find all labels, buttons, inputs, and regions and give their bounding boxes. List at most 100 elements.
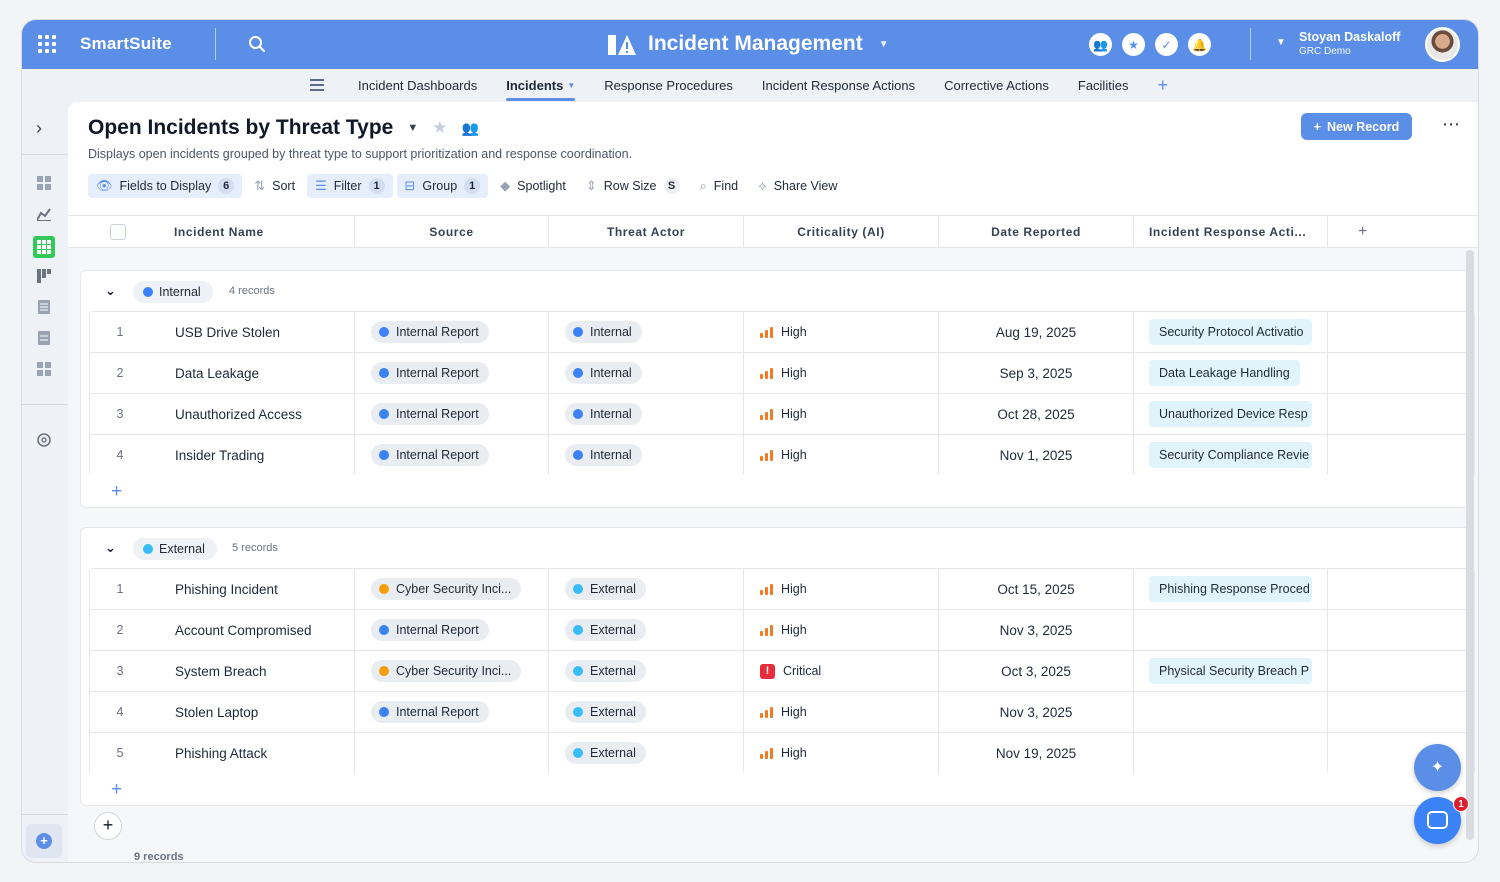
add-table-icon[interactable]: +: [1157, 69, 1168, 102]
shared-users-icon[interactable]: 👥: [461, 120, 478, 137]
incident-name-cell[interactable]: Account Compromised: [150, 610, 355, 650]
favorites-icon[interactable]: ★: [1122, 33, 1145, 56]
criticality-cell[interactable]: ! Critical: [744, 651, 939, 691]
date-reported-cell[interactable]: Nov 1, 2025: [939, 435, 1134, 475]
table-row[interactable]: 2 Data Leakage Internal Report Internal High…: [90, 353, 1474, 394]
page-title[interactable]: Open Incidents by Threat Type: [88, 116, 393, 140]
date-reported-cell[interactable]: Sep 3, 2025: [939, 353, 1134, 393]
criticality-cell[interactable]: High: [744, 692, 939, 732]
date-reported-cell[interactable]: Aug 19, 2025: [939, 312, 1134, 352]
group-header[interactable]: ⌄ Internal 4 records: [81, 271, 1469, 311]
threat-actor-cell[interactable]: Internal: [549, 435, 744, 475]
user-menu[interactable]: Stoyan Daskaloff GRC Demo: [1299, 30, 1400, 57]
incident-name-cell[interactable]: Phishing Incident: [150, 569, 355, 609]
table-row[interactable]: 1 Phishing Incident Cyber Security Inci...…: [90, 569, 1474, 610]
tab-facilities[interactable]: Facilities: [1078, 69, 1129, 102]
incident-response-cell[interactable]: Security Protocol Activatio: [1134, 312, 1328, 352]
select-all-checkbox[interactable]: [110, 224, 126, 240]
chart-view-icon[interactable]: [35, 205, 53, 223]
card-view-icon[interactable]: [35, 360, 53, 378]
chevron-right-icon[interactable]: ›: [36, 118, 42, 139]
add-record-icon[interactable]: +: [111, 779, 122, 801]
chevron-down-icon[interactable]: ▼: [407, 122, 418, 134]
source-cell[interactable]: Internal Report: [355, 353, 549, 393]
form-view-icon[interactable]: [35, 329, 53, 347]
threat-actor-cell[interactable]: Internal: [549, 353, 744, 393]
group-button[interactable]: ⊟ Group 1: [396, 174, 489, 198]
apps-grid-icon[interactable]: [36, 33, 58, 55]
incident-name-cell[interactable]: Stolen Laptop: [150, 692, 355, 732]
date-reported-cell[interactable]: Oct 28, 2025: [939, 394, 1134, 434]
source-cell[interactable]: Cyber Security Inci...: [355, 569, 549, 609]
threat-actor-cell[interactable]: Internal: [549, 394, 744, 434]
chevron-down-icon[interactable]: ⌄: [105, 283, 116, 299]
table-row[interactable]: 2 Account Compromised Internal Report Exter…: [90, 610, 1474, 651]
criticality-cell[interactable]: High: [744, 733, 939, 773]
source-cell[interactable]: Internal Report: [355, 312, 549, 352]
column-header-criticality[interactable]: Criticality (AI): [744, 216, 939, 248]
column-header-incident-response[interactable]: Incident Response Acti...: [1134, 216, 1328, 248]
source-cell[interactable]: Internal Report: [355, 610, 549, 650]
incident-response-cell[interactable]: Unauthorized Device Resp: [1134, 394, 1328, 434]
dashboard-view-icon[interactable]: [35, 174, 53, 192]
incident-name-cell[interactable]: USB Drive Stolen: [150, 312, 355, 352]
column-header-incident-name[interactable]: Incident Name: [148, 216, 355, 248]
new-record-button[interactable]: + New Record: [1301, 113, 1412, 140]
incident-name-cell[interactable]: Data Leakage: [150, 353, 355, 393]
add-group-button[interactable]: +: [94, 812, 122, 840]
criticality-cell[interactable]: High: [744, 353, 939, 393]
solution-title[interactable]: Incident Management ▼: [608, 31, 889, 57]
chevron-down-icon[interactable]: ▼: [879, 39, 889, 50]
incident-response-cell[interactable]: [1134, 733, 1328, 773]
tab-incident-dashboards[interactable]: Incident Dashboards: [358, 69, 477, 102]
table-row[interactable]: 4 Stolen Laptop Internal Report External Hig…: [90, 692, 1474, 733]
fields-to-display-button[interactable]: 👁 Fields to Display 6: [88, 174, 243, 198]
source-cell[interactable]: Internal Report: [355, 394, 549, 434]
tab-incident-response-actions[interactable]: Incident Response Actions: [762, 69, 915, 102]
source-cell[interactable]: Internal Report: [355, 692, 549, 732]
share-view-button[interactable]: ⟡ Share View: [750, 174, 845, 198]
chevron-down-icon[interactable]: ▼: [1276, 37, 1286, 48]
star-icon[interactable]: ★: [432, 118, 447, 138]
incident-name-cell[interactable]: Phishing Attack: [150, 733, 355, 773]
criticality-cell[interactable]: High: [744, 435, 939, 475]
table-row[interactable]: 4 Insider Trading Internal Report Internal H…: [90, 435, 1474, 476]
threat-actor-cell[interactable]: Internal: [549, 312, 744, 352]
incident-response-cell[interactable]: [1134, 610, 1328, 650]
linked-record-tag[interactable]: Security Protocol Activatio: [1149, 319, 1312, 345]
group-header[interactable]: ⌄ External 5 records: [81, 528, 1469, 568]
linked-record-tag[interactable]: Security Compliance Revie: [1149, 442, 1312, 468]
brand-logo[interactable]: SmartSuite: [80, 34, 172, 54]
incident-response-cell[interactable]: Data Leakage Handling: [1134, 353, 1328, 393]
tab-response-procedures[interactable]: Response Procedures: [604, 69, 733, 102]
date-reported-cell[interactable]: Oct 15, 2025: [939, 569, 1134, 609]
table-row[interactable]: 5 Phishing Attack External High Nov 19, 2025: [90, 733, 1474, 774]
find-button[interactable]: ⌕ Find: [692, 174, 747, 198]
avatar[interactable]: [1425, 27, 1460, 62]
incident-response-cell[interactable]: Security Compliance Revie: [1134, 435, 1328, 475]
table-row[interactable]: 3 Unauthorized Access Internal Report Inter…: [90, 394, 1474, 435]
date-reported-cell[interactable]: Nov 19, 2025: [939, 733, 1134, 773]
document-view-icon[interactable]: [35, 298, 53, 316]
add-record-icon[interactable]: +: [111, 481, 122, 503]
threat-actor-cell[interactable]: External: [549, 651, 744, 691]
incident-name-cell[interactable]: Insider Trading: [150, 435, 355, 475]
incident-name-cell[interactable]: Unauthorized Access: [150, 394, 355, 434]
incident-response-cell[interactable]: Phishing Response Proced: [1134, 569, 1328, 609]
criticality-cell[interactable]: High: [744, 569, 939, 609]
more-options-icon[interactable]: ⋯: [1442, 114, 1461, 135]
column-header-source[interactable]: Source: [355, 216, 549, 248]
column-header-threat-actor[interactable]: Threat Actor: [549, 216, 744, 248]
date-reported-cell[interactable]: Nov 3, 2025: [939, 610, 1134, 650]
source-cell[interactable]: Cyber Security Inci...: [355, 651, 549, 691]
linked-record-tag[interactable]: Data Leakage Handling: [1149, 360, 1300, 386]
linked-record-tag[interactable]: Physical Security Breach P: [1149, 658, 1312, 684]
date-reported-cell[interactable]: Nov 3, 2025: [939, 692, 1134, 732]
add-column-icon[interactable]: +: [1328, 216, 1398, 248]
add-view-button[interactable]: +: [26, 824, 62, 858]
incident-response-cell[interactable]: Physical Security Breach P: [1134, 651, 1328, 691]
vertical-scrollbar[interactable]: [1466, 250, 1474, 840]
chevron-down-icon[interactable]: ⌄: [105, 540, 116, 556]
criticality-cell[interactable]: High: [744, 312, 939, 352]
criticality-cell[interactable]: High: [744, 610, 939, 650]
